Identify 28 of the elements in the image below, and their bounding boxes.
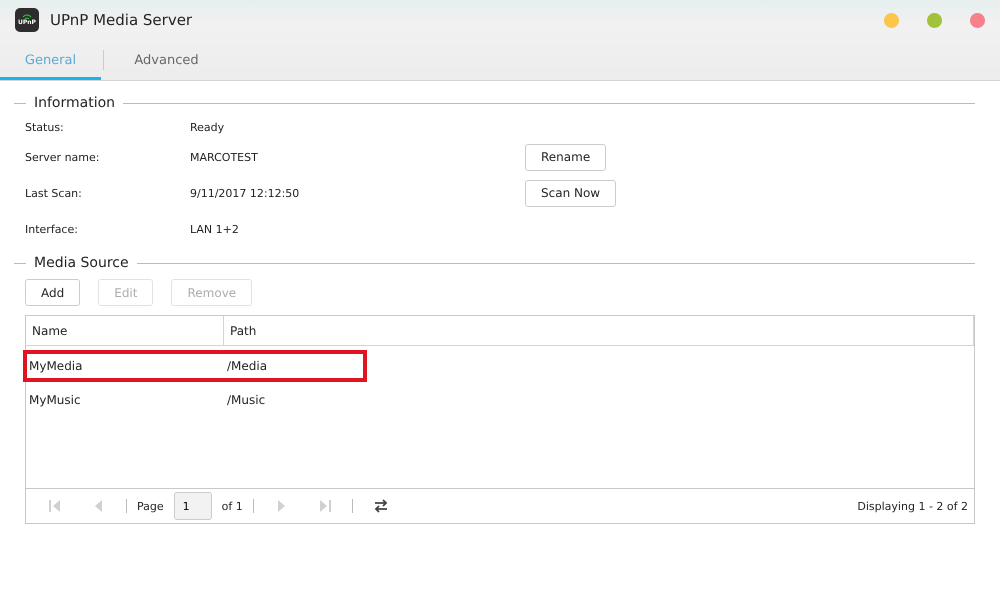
field-value: MARCOTEST	[190, 150, 259, 164]
toolbar-button[interactable]: Add	[25, 279, 80, 306]
field-label: Status:	[25, 120, 65, 134]
table-cell-text: /Media	[226, 359, 268, 373]
column-header[interactable]: Name	[26, 316, 224, 345]
page-label: Page	[137, 500, 164, 512]
action-button[interactable]: Rename	[525, 144, 606, 170]
field-value: LAN 1+2	[190, 222, 240, 236]
table-cell-text: /Music	[226, 393, 266, 407]
minimize-icon[interactable]	[884, 12, 899, 28]
page-input[interactable]: 1	[174, 492, 212, 520]
display-count: Displaying 1 - 2 of 2	[857, 500, 968, 512]
field-label: Server name:	[25, 150, 100, 164]
section-title: Information	[34, 95, 116, 111]
section-title: Media Source	[34, 255, 129, 271]
field-value: 9/11/2017 12:12:50	[190, 186, 300, 200]
window-title: UPnP Media Server	[50, 11, 194, 29]
field-value: Ready	[190, 120, 226, 134]
tab[interactable]: Advanced	[116, 40, 217, 80]
action-button[interactable]: Scan Now	[525, 180, 616, 206]
table-cell-text: MyMusic	[28, 393, 82, 407]
column-header[interactable]: Path	[224, 316, 974, 345]
table-cell-text: MyMedia	[28, 359, 84, 373]
field-label: Last Scan:	[25, 186, 83, 200]
page-count: of 1	[222, 500, 243, 512]
close-icon[interactable]	[970, 12, 985, 28]
field-label: Interface:	[25, 222, 79, 236]
maximize-icon[interactable]	[927, 12, 942, 28]
